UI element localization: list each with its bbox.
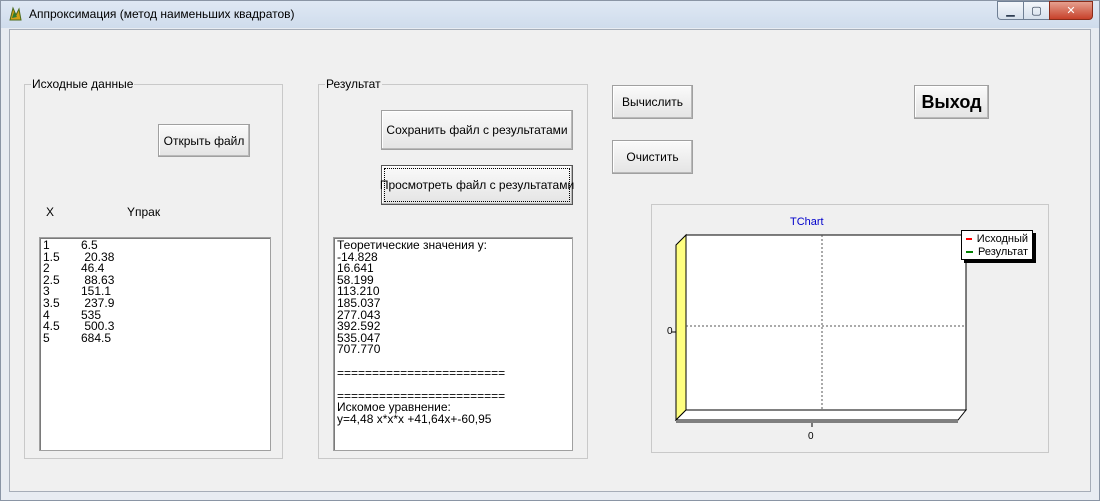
minimize-icon: ▁ — [1006, 4, 1015, 17]
close-icon: ✕ — [1066, 4, 1076, 17]
source-data-row: 4.5 500.3 — [43, 320, 267, 333]
source-data-row: 1 6.5 — [43, 239, 267, 252]
maximize-icon: ▢ — [1031, 4, 1042, 17]
result-line: ======================== — [337, 365, 506, 380]
source-data-row: 3 151.1 — [43, 286, 267, 298]
legend-item: Исходный — [966, 232, 1028, 245]
title-bar[interactable]: Аппроксимация (метод наименьших квадрато… — [1, 1, 1099, 28]
save-results-button[interactable]: Сохранить файл с результатами — [381, 110, 573, 150]
maximize-button[interactable]: ▢ — [1023, 1, 1049, 20]
view-results-button[interactable]: Просмотреть файл с результатами — [380, 165, 574, 205]
legend-swatch — [966, 237, 972, 240]
app-window: Аппроксимация (метод наименьших квадрато… — [0, 0, 1100, 501]
legend-label: Исходный — [976, 232, 1028, 245]
result-caption: Результат — [325, 77, 382, 91]
chart-plot-area — [685, 234, 967, 411]
exit-button[interactable]: Выход — [914, 85, 989, 119]
result-memo[interactable]: Теоретические значения у: -14.828 16.641 58… — [333, 237, 573, 451]
source-data-memo[interactable]: 1 6.5 1.5 20.38 2 46.4 2.5 88.63 3 151.1 3.5 237… — [39, 237, 271, 451]
y-tick-label: 0 — [667, 326, 673, 337]
compute-button[interactable]: Вычислить — [612, 85, 693, 119]
clear-button[interactable]: Очистить — [612, 140, 693, 174]
legend-swatch — [966, 250, 973, 253]
column-y-label: Yпрак — [127, 205, 161, 219]
source-data-row: 2 46.4 — [43, 262, 267, 275]
chart-plot — [672, 233, 968, 427]
window-title: Аппроксимация (метод наименьших квадрато… — [29, 7, 295, 21]
legend-label: Результат — [977, 245, 1028, 258]
app-icon — [9, 6, 22, 21]
result-line: у=4,48 x*x*x +41,64x+-60,95 — [337, 411, 492, 426]
x-tick-label: 0 — [808, 431, 814, 442]
source-data-caption: Исходные данные — [31, 77, 135, 91]
chart-panel: TChart 0 0 Исходный Результат — [651, 204, 1049, 453]
source-data-row: 4 535 — [43, 309, 267, 322]
source-data-row: 3.5 237.9 — [43, 297, 267, 310]
result-line: 707.770 — [337, 342, 381, 357]
chart-floor-shade — [676, 420, 958, 423]
source-data-x: 5 — [43, 330, 50, 345]
minimize-button[interactable]: ▁ — [997, 1, 1023, 20]
source-data-y: 684.5 — [81, 330, 112, 345]
legend-item: Результат — [966, 245, 1028, 258]
close-button[interactable]: ✕ — [1049, 1, 1093, 20]
open-file-button[interactable]: Открыть файл — [158, 124, 250, 157]
chart-legend: Исходный Результат — [961, 230, 1033, 260]
source-data-row: 2.5 88.63 — [43, 274, 267, 287]
source-data-row: 5 684.5 — [43, 330, 267, 345]
source-data-row: 1.5 20.38 — [43, 251, 267, 264]
chart-floor — [674, 409, 968, 421]
chart-back-wall-left — [675, 233, 687, 422]
column-x-label: X — [46, 205, 55, 219]
